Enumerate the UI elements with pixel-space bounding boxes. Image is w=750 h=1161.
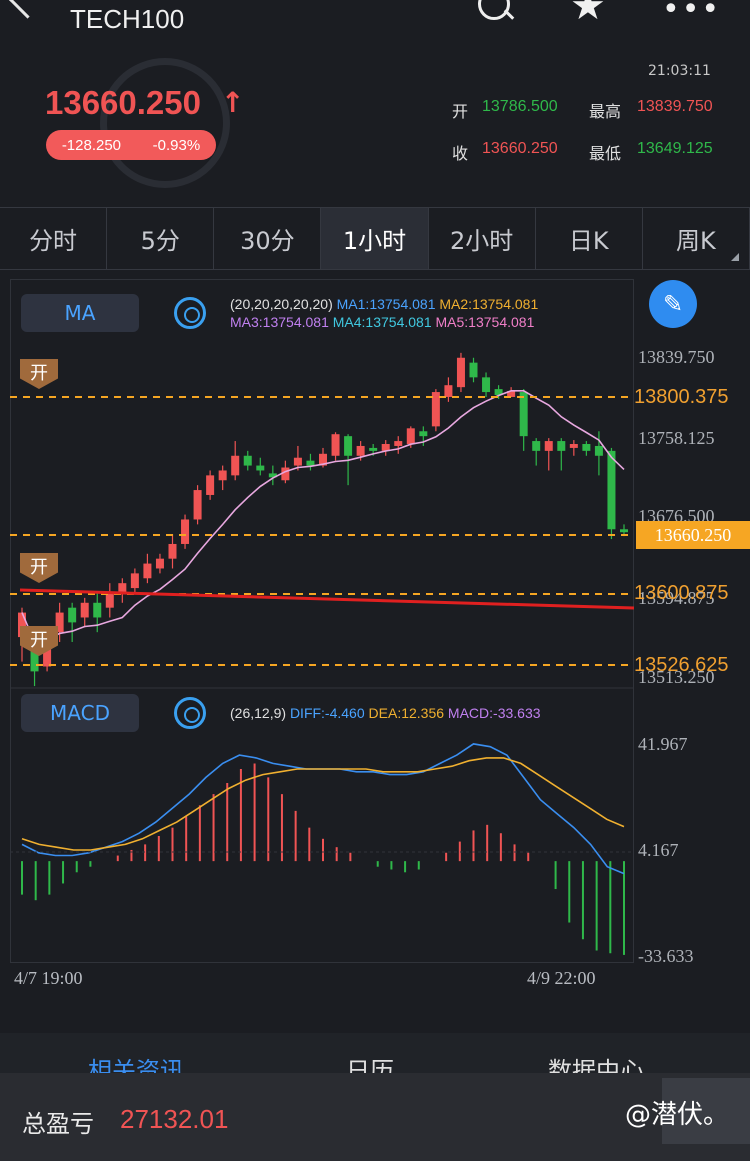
candle-body bbox=[193, 490, 202, 520]
watermark: @潜伏。 bbox=[625, 1100, 730, 1130]
candle-body bbox=[557, 441, 566, 451]
dea-value: DEA:12.356 bbox=[368, 705, 445, 721]
candle-body bbox=[293, 457, 302, 466]
candle-body bbox=[519, 392, 528, 437]
candle-body bbox=[607, 450, 616, 530]
macd-value: MACD:-33.633 bbox=[447, 705, 541, 721]
candle-body bbox=[620, 529, 628, 533]
macd-histogram bbox=[21, 763, 625, 955]
date-start: 4/7 19:00 bbox=[14, 968, 83, 988]
candle-body bbox=[93, 602, 102, 618]
level-label-upper: 13800.375 bbox=[634, 386, 729, 408]
level-label-lower: 13526.625 bbox=[634, 654, 729, 676]
macd-settings-gear-icon[interactable] bbox=[174, 697, 206, 729]
total-profit-value: 27132.01 bbox=[120, 1104, 229, 1134]
dea-curve bbox=[21, 757, 625, 851]
chart-svg bbox=[10, 352, 635, 955]
candle-body bbox=[206, 475, 215, 495]
candle-body bbox=[582, 444, 591, 451]
macd-axis-bottom: -33.633 bbox=[638, 946, 694, 966]
macd-indicator-button[interactable]: MACD bbox=[21, 694, 139, 732]
candle-body bbox=[469, 362, 478, 378]
candle-body bbox=[143, 563, 152, 579]
macd-axis-top: 41.967 bbox=[638, 734, 688, 754]
diff-value: DIFF:-4.460 bbox=[289, 705, 365, 721]
candle-body bbox=[369, 447, 378, 451]
candle-body bbox=[80, 602, 89, 618]
date-end: 4/9 22:00 bbox=[527, 968, 596, 988]
bottom-tabs: 相关资讯 日历 数据中心 bbox=[0, 1033, 750, 1073]
candle-body bbox=[594, 445, 603, 456]
candle-body bbox=[344, 436, 353, 456]
candle-body bbox=[431, 392, 440, 427]
candle-body bbox=[105, 592, 114, 608]
candle-body bbox=[482, 377, 491, 393]
candle-body bbox=[218, 470, 227, 481]
candle-body bbox=[231, 455, 240, 476]
candlestick-series bbox=[18, 352, 628, 687]
candle-body bbox=[394, 441, 403, 446]
candle-body bbox=[569, 444, 578, 448]
candle-body bbox=[181, 519, 190, 544]
candle-body bbox=[444, 385, 453, 397]
candle-body bbox=[406, 428, 415, 445]
candle-body bbox=[168, 543, 177, 559]
candle-body bbox=[306, 460, 315, 466]
candle-body bbox=[68, 607, 77, 623]
candle-body bbox=[155, 558, 164, 569]
candle-body bbox=[243, 455, 252, 466]
tab-calendar[interactable]: 日历 bbox=[346, 1051, 394, 1073]
candle-body bbox=[532, 441, 541, 451]
candle-body bbox=[331, 434, 340, 456]
candle-body bbox=[356, 445, 365, 456]
candle-body bbox=[544, 441, 553, 451]
candle-body bbox=[130, 573, 139, 589]
macd-axis-mid: 4.167 bbox=[638, 840, 679, 860]
candle-body bbox=[456, 357, 465, 388]
candle-body bbox=[419, 431, 428, 437]
axis-label-upper: 13758.125 bbox=[638, 428, 715, 448]
current-price-tag: 13660.250 bbox=[636, 521, 750, 549]
total-profit-label: 总盈亏 bbox=[22, 1110, 94, 1138]
tab-data-center[interactable]: 数据中心 bbox=[548, 1051, 644, 1073]
level-label-mid: 13600.875 bbox=[634, 582, 729, 604]
macd-params: (26,12,9) bbox=[230, 705, 287, 721]
tab-news[interactable]: 相关资讯 bbox=[88, 1051, 184, 1073]
axis-label-top: 13839.750 bbox=[638, 347, 715, 367]
candle-body bbox=[256, 465, 265, 471]
